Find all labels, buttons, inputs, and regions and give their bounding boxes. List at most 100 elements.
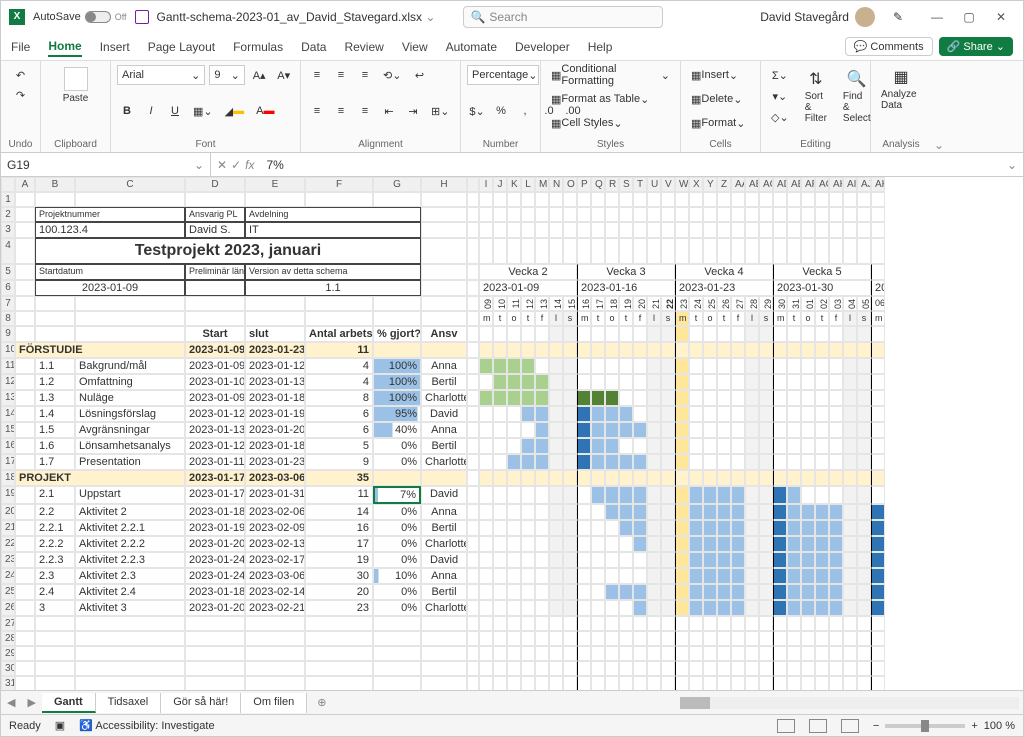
ribbon-mode-icon[interactable]: ✎ — [893, 10, 903, 24]
col-header[interactable]: L — [521, 177, 535, 192]
horizontal-scrollbar[interactable] — [680, 697, 1019, 709]
underline-button[interactable]: U — [165, 101, 185, 121]
format-cells-button[interactable]: ▦ Format ⌄ — [687, 113, 754, 133]
col-header[interactable]: AJ — [857, 177, 871, 192]
row-header[interactable]: 8 — [1, 311, 15, 326]
sheet-nav-prev[interactable]: ◀ — [1, 696, 21, 709]
tab-formulas[interactable]: Formulas — [233, 38, 283, 56]
zoom-slider[interactable] — [885, 724, 965, 728]
row-header[interactable]: 23 — [1, 552, 15, 568]
bold-button[interactable]: B — [117, 101, 137, 121]
autosave-toggle[interactable]: AutoSave Off — [33, 11, 127, 23]
row-header[interactable]: 26 — [1, 600, 15, 616]
row-header[interactable]: 27 — [1, 616, 15, 631]
fill-button[interactable]: ▾⌄ — [767, 86, 793, 106]
row-header[interactable]: 18 — [1, 470, 15, 486]
col-header[interactable]: AK — [871, 177, 885, 192]
col-header[interactable]: C — [75, 177, 185, 192]
row-header[interactable]: 2 — [1, 207, 15, 222]
col-header[interactable]: I — [479, 177, 493, 192]
row-header[interactable]: 21 — [1, 520, 15, 536]
conditional-formatting-button[interactable]: ▦ Conditional Formatting ⌄ — [547, 65, 674, 85]
row-header[interactable]: 24 — [1, 568, 15, 584]
row-header[interactable]: 19 — [1, 486, 15, 504]
macro-record-icon[interactable]: ▣ — [55, 719, 65, 732]
col-header[interactable]: Z — [717, 177, 731, 192]
fill-color-button[interactable]: ◢▬ — [221, 101, 248, 121]
col-header[interactable]: K — [507, 177, 521, 192]
search-input[interactable]: 🔍 Search — [463, 6, 663, 28]
fx-button[interactable]: fx — [245, 158, 254, 172]
row-header[interactable]: 11 — [1, 358, 15, 374]
align-right-button[interactable]: ≡ — [355, 101, 375, 121]
cancel-formula-button[interactable]: ✕ — [217, 158, 227, 172]
sheet-nav-next[interactable]: ▶ — [21, 696, 41, 709]
row-header[interactable]: 3 — [1, 222, 15, 238]
row-header[interactable]: 16 — [1, 438, 15, 454]
align-middle-button[interactable]: ≡ — [331, 65, 351, 85]
sheet-tab-gör-så-här![interactable]: Gör så här! — [161, 693, 241, 713]
increase-font-button[interactable]: A▴ — [249, 65, 270, 85]
zoom-out-button[interactable]: − — [873, 720, 879, 732]
align-bottom-button[interactable]: ≡ — [355, 65, 375, 85]
col-header[interactable]: AF — [801, 177, 815, 192]
enter-formula-button[interactable]: ✓ — [231, 158, 241, 172]
col-header[interactable]: Q — [591, 177, 605, 192]
row-header[interactable]: 17 — [1, 454, 15, 470]
col-header[interactable]: V — [661, 177, 675, 192]
paste-button[interactable]: Paste — [47, 65, 104, 106]
col-header[interactable]: U — [647, 177, 661, 192]
col-header[interactable]: W — [675, 177, 689, 192]
merge-button[interactable]: ⊞⌄ — [427, 101, 453, 121]
col-header[interactable]: AD — [773, 177, 787, 192]
row-header[interactable]: 14 — [1, 406, 15, 422]
spreadsheet-grid[interactable]: ABCDEFGHIJKLMNOPQRSTUVWXYZAAABACADAEAFAG… — [1, 177, 1023, 690]
row-header[interactable]: 20 — [1, 504, 15, 520]
row-header[interactable]: 28 — [1, 631, 15, 646]
row-header[interactable]: 1 — [1, 192, 15, 207]
italic-button[interactable]: I — [141, 101, 161, 121]
col-header[interactable]: N — [549, 177, 563, 192]
collapse-ribbon-button[interactable]: ⌄ — [931, 61, 947, 152]
tab-developer[interactable]: Developer — [515, 38, 570, 56]
new-sheet-button[interactable]: ⊕ — [307, 696, 336, 709]
col-header[interactable]: T — [633, 177, 647, 192]
tab-automate[interactable]: Automate — [446, 38, 497, 56]
col-header[interactable]: AG — [815, 177, 829, 192]
sort-filter-button[interactable]: ⇅Sort & Filter — [801, 67, 831, 126]
col-header[interactable]: AB — [745, 177, 759, 192]
col-header[interactable]: A — [15, 177, 35, 192]
accessibility-status[interactable]: ♿ Accessibility: Investigate — [79, 719, 214, 732]
sheet-tab-gantt[interactable]: Gantt — [42, 693, 96, 713]
row-header[interactable]: 6 — [1, 280, 15, 296]
row-header[interactable]: 9 — [1, 326, 15, 342]
row-header[interactable]: 22 — [1, 536, 15, 552]
minimize-button[interactable]: — — [923, 5, 951, 29]
col-header[interactable]: B — [35, 177, 75, 192]
col-header[interactable]: AE — [787, 177, 801, 192]
col-header[interactable]: M — [535, 177, 549, 192]
tab-view[interactable]: View — [402, 38, 428, 56]
indent-left-button[interactable]: ⇤ — [379, 101, 399, 121]
decrease-font-button[interactable]: A▾ — [273, 65, 294, 85]
row-header[interactable]: 4 — [1, 238, 15, 264]
maximize-button[interactable]: ▢ — [955, 5, 983, 29]
col-header[interactable]: S — [619, 177, 633, 192]
zoom-in-button[interactable]: + — [971, 720, 977, 732]
row-header[interactable]: 31 — [1, 676, 15, 690]
row-header[interactable]: 15 — [1, 422, 15, 438]
cell-styles-button[interactable]: ▦ Cell Styles ⌄ — [547, 113, 674, 133]
tab-data[interactable]: Data — [301, 38, 326, 56]
currency-button[interactable]: $⌄ — [467, 101, 487, 121]
border-button[interactable]: ▦⌄ — [189, 101, 217, 121]
font-color-button[interactable]: A▬ — [252, 101, 278, 121]
align-left-button[interactable]: ≡ — [307, 101, 327, 121]
format-as-table-button[interactable]: ▦ Format as Table ⌄ — [547, 89, 674, 109]
page-break-button[interactable] — [841, 719, 859, 733]
wrap-text-button[interactable]: ↩ — [409, 65, 429, 85]
indent-right-button[interactable]: ⇥ — [403, 101, 423, 121]
align-top-button[interactable]: ≡ — [307, 65, 327, 85]
font-size-select[interactable]: 9⌄ — [209, 65, 244, 85]
tab-review[interactable]: Review — [344, 38, 383, 56]
tab-insert[interactable]: Insert — [100, 38, 130, 56]
